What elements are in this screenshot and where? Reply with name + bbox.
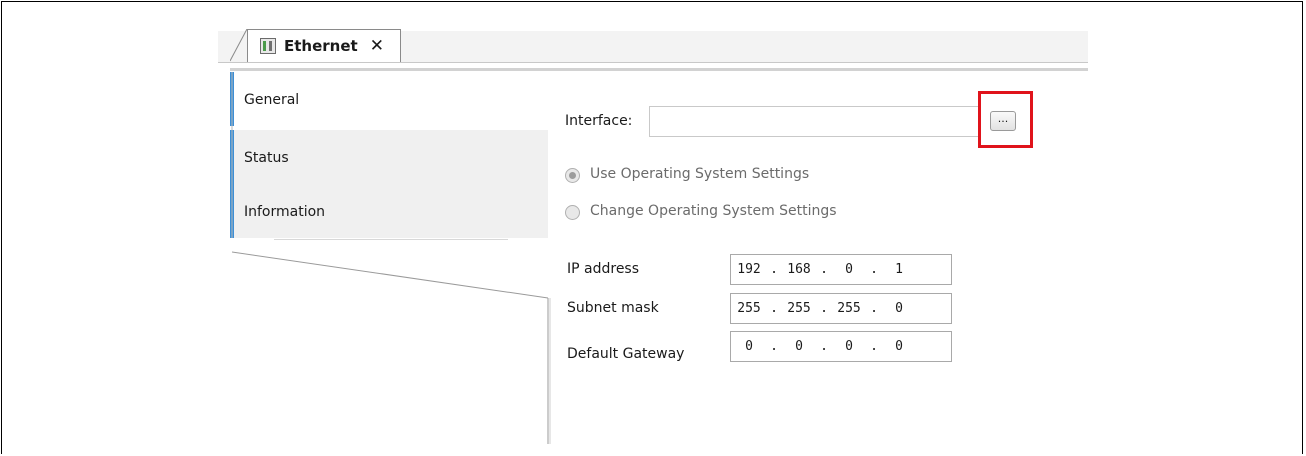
close-icon[interactable]: ✕ [370,37,384,55]
ip-octet: 192 [737,262,761,277]
interface-field[interactable] [649,106,979,137]
tab-ethernet[interactable]: Ethernet ✕ [247,29,401,62]
nav-pane: General Status Information [230,72,551,444]
ip-octet: 0 [845,339,853,354]
radio-use-os-label: Use Operating System Settings [590,166,810,182]
ip-octet: 255 [787,301,811,316]
ip-address-label: IP address [567,261,640,277]
ip-dot: . [820,339,828,354]
ip-octet: 0 [895,301,903,316]
ip-dot: . [820,262,828,277]
radio-change-os-settings[interactable] [565,205,580,220]
radio-use-os-settings[interactable] [565,168,580,183]
ip-octet: 168 [787,262,811,277]
ip-dot: . [770,339,778,354]
ip-dot: . [870,339,878,354]
radio-change-os-label: Change Operating System Settings [590,203,837,219]
ip-octet: 255 [837,301,861,316]
ip-octet: 0 [845,262,853,277]
nav-pane-outline [231,72,551,444]
ip-octet: 0 [795,339,803,354]
default-gateway-label: Default Gateway [567,346,685,362]
device-icon [260,38,276,54]
default-gateway-field[interactable]: 0. 0. 0. 0 [730,331,952,362]
subnet-mask-field[interactable]: 255. 255. 255. 0 [730,293,952,324]
interface-label: Interface: [565,113,633,129]
ip-octet: 1 [895,262,903,277]
ip-octet: 0 [895,339,903,354]
highlight-annotation [978,91,1033,148]
ip-dot: . [770,301,778,316]
ip-dot: . [870,262,878,277]
editor-top-border [230,68,1088,71]
tab-label: Ethernet [284,37,358,55]
ip-address-field[interactable]: 192. 168. 0. 1 [730,254,952,285]
subnet-mask-label: Subnet mask [567,300,659,316]
ip-dot: . [870,301,878,316]
ip-dot: . [820,301,828,316]
ip-octet: 0 [745,339,753,354]
ip-octet: 255 [737,301,761,316]
ip-dot: . [770,262,778,277]
